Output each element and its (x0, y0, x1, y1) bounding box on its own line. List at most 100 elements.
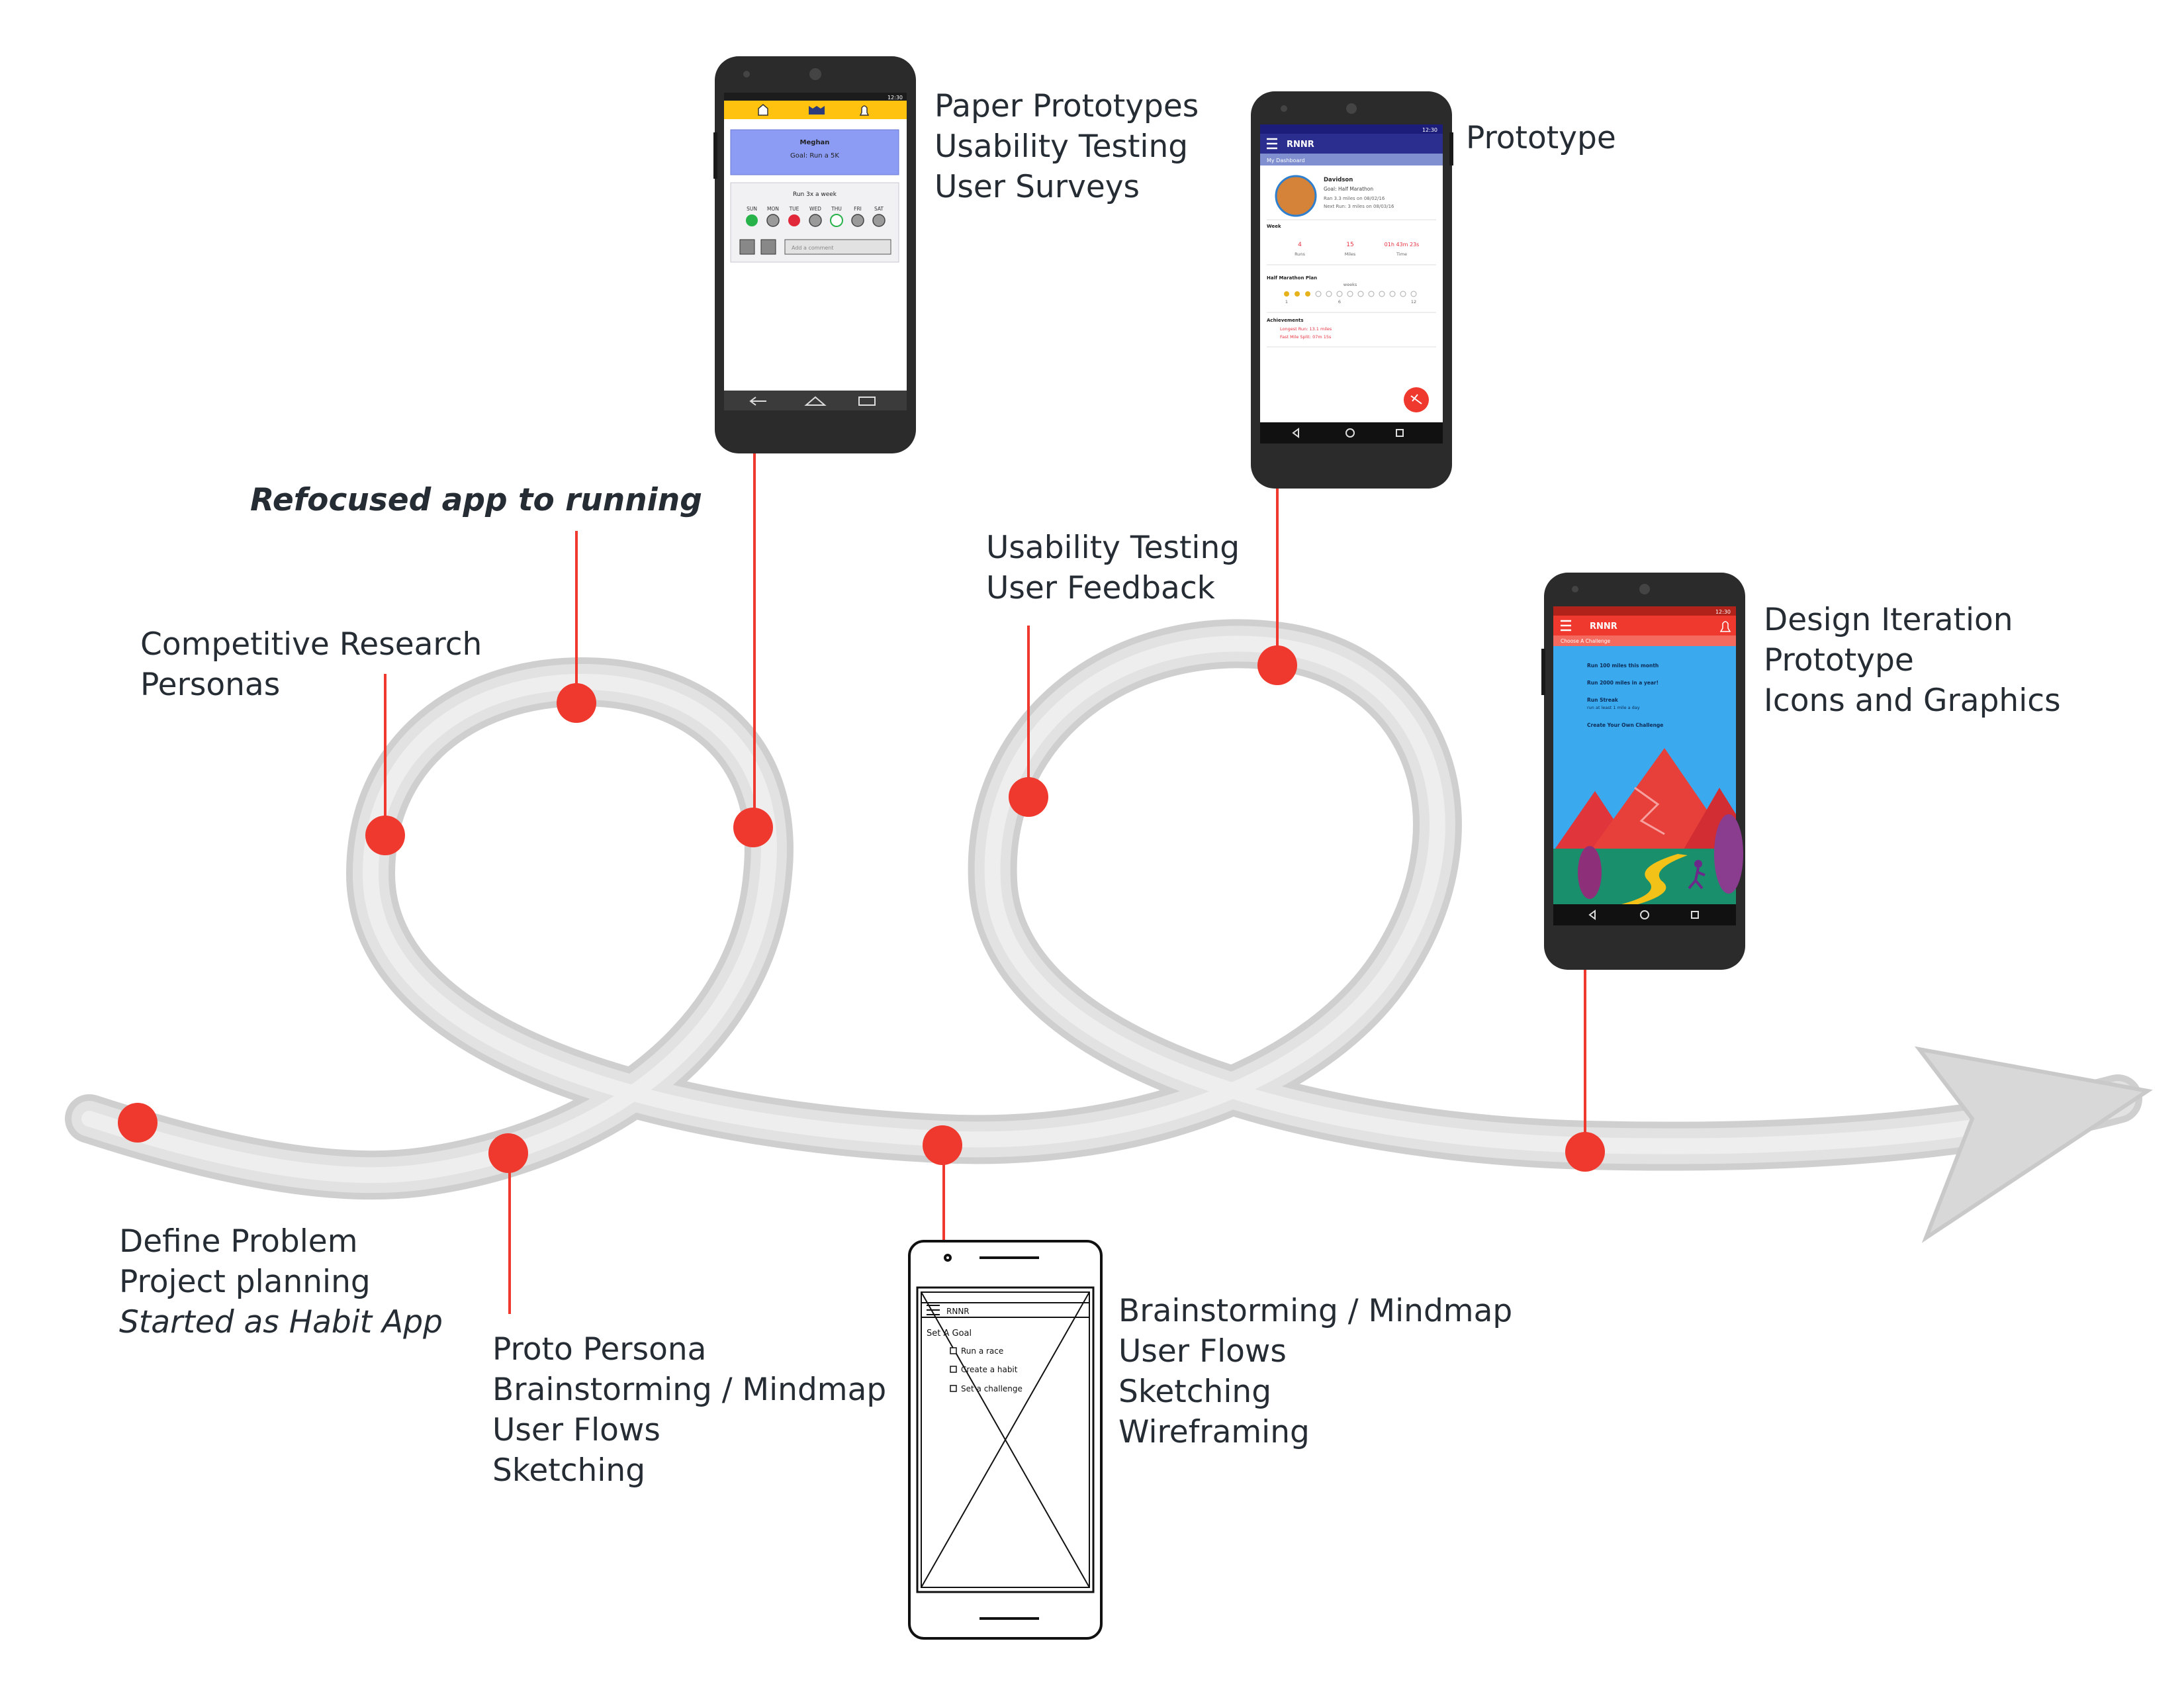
check-empty-icon[interactable] (809, 214, 822, 227)
label-line: Competitive Research (140, 626, 482, 663)
label-design: Design Iteration Prototype Icons and Gra… (1764, 600, 2061, 721)
proto-status-time: 12:30 (1422, 127, 1437, 133)
check-empty-icon[interactable] (851, 214, 864, 227)
label-line: Brainstorming / Mindmap (492, 1372, 887, 1408)
proto-goal: Goal: Half Marathon (1324, 186, 1373, 192)
label-line: Brainstorming / Mindmap (1118, 1293, 1513, 1329)
dot-define (118, 1103, 158, 1143)
paper-comment-placeholder: Add a comment (792, 245, 833, 251)
proto-plan-label: Half Marathon Plan (1267, 275, 1317, 281)
label-line: User Flows (492, 1412, 660, 1448)
wire-option: Run a race (961, 1346, 1003, 1356)
wire-option: Create a habit (961, 1365, 1018, 1374)
process-path (65, 619, 2142, 1200)
label-usability: Usability Testing User Feedback (986, 528, 1240, 608)
day-label: SUN (747, 206, 757, 212)
design-subtitle: Choose A Challenge (1561, 638, 1610, 644)
proto-plan-tick: 12 (1411, 299, 1416, 305)
label-proto-persona: Proto Persona Brainstorming / Mindmap Us… (492, 1329, 886, 1491)
day-label: FRI (854, 206, 862, 212)
label-line: Usability Testing (986, 530, 1240, 566)
proto-stat-label: Time (1396, 252, 1407, 257)
design-status-time: 12:30 (1715, 609, 1731, 615)
checkbox-icon[interactable] (950, 1385, 957, 1392)
dot-refocused (557, 683, 596, 723)
dot-paper (733, 808, 773, 847)
phone-paper-prototype: 12:30 Meghan Goal: Run a 5K Run 3x a wee… (713, 56, 916, 453)
check-empty-icon[interactable] (872, 214, 886, 227)
dot-usability (1009, 777, 1048, 817)
chat-icon[interactable] (760, 239, 776, 255)
proto-plan-tick: 6 (1338, 299, 1341, 305)
label-line: Project planning (119, 1264, 371, 1300)
design-app-bar (1553, 616, 1736, 635)
label-line: Started as Habit App (119, 1304, 443, 1340)
label-line: Personas (140, 667, 281, 703)
label-line: Design Iteration (1764, 602, 2013, 638)
label-line: User Feedback (986, 570, 1215, 606)
phone-prototype: 12:30 RNNR My Dashboard Davidson Goal: H… (1251, 91, 1453, 489)
checkbox-icon[interactable] (950, 1347, 957, 1354)
proto-nav-bar (1260, 422, 1443, 444)
label-line: Usability Testing (934, 128, 1189, 165)
label-line: Sketching (492, 1452, 646, 1489)
design-item-title: Run 100 miles this month (1587, 663, 1659, 669)
proto-line1: Ran 3.3 miles on 08/02/16 (1324, 196, 1385, 201)
dot-design (1565, 1132, 1605, 1172)
label-line: Prototype (1764, 642, 1914, 679)
label-line: Define Problem (119, 1223, 358, 1260)
proto-app-name: RNNR (1287, 140, 1314, 150)
check-empty-icon[interactable] (766, 214, 780, 227)
wire-app-name: RNNR (946, 1307, 970, 1316)
avatar (1275, 175, 1317, 217)
design-item-title: Run 2000 miles in a year! (1587, 680, 1659, 686)
phone-wireframe (908, 1240, 1103, 1640)
paper-user-name: Meghan (800, 139, 830, 146)
design-nav-bar (1553, 904, 1736, 925)
proto-stat-label: Runs (1295, 252, 1305, 257)
phone-design-iteration: 12:30 RNNR Choose A Challenge Run 100 mi… (1541, 573, 1745, 970)
label-line: Sketching (1118, 1374, 1272, 1410)
proto-stat-value: 4 (1298, 242, 1302, 248)
label-line: User Surveys (934, 169, 1140, 205)
label-line: Prototype (1466, 120, 1616, 156)
label-competitive: Competitive Research Personas (140, 624, 482, 705)
dot-competitive (365, 816, 405, 855)
checkbox-icon[interactable] (950, 1366, 957, 1373)
runner-figure (1694, 860, 1702, 868)
day-label: WED (809, 206, 821, 212)
proto-stat-label: Miles (1345, 252, 1356, 257)
design-item-title: Run Streak (1587, 697, 1619, 703)
proto-stat-value: 15 (1346, 242, 1353, 248)
design-item-title: Create Your Own Challenge (1587, 722, 1663, 728)
bell-icon[interactable] (859, 105, 870, 116)
proto-plan-sub: weeks (1343, 282, 1357, 287)
label-wireframe: Brainstorming / Mindmap User Flows Sketc… (1118, 1291, 1512, 1452)
label-prototype: Prototype (1466, 118, 1616, 158)
check-missed-icon[interactable] (788, 214, 800, 226)
label-refocused: Refocused app to running (250, 480, 702, 520)
star-icon[interactable] (739, 239, 755, 255)
check-today-icon[interactable] (830, 214, 843, 227)
label-line: Wireframing (1118, 1414, 1310, 1450)
day-label: MON (767, 206, 779, 212)
day-label: TUE (789, 206, 799, 212)
label-paper: Paper Prototypes Usability Testing User … (934, 86, 1199, 207)
dot-prototype (1257, 645, 1297, 685)
label-line: Proto Persona (492, 1331, 707, 1368)
proto-subtitle: My Dashboard (1267, 158, 1305, 164)
day-label: SAT (874, 206, 884, 212)
label-line: Paper Prototypes (934, 88, 1199, 124)
check-done-icon[interactable] (746, 214, 758, 226)
dot-proto-persona (488, 1133, 528, 1173)
label-line: User Flows (1118, 1333, 1287, 1370)
paper-status-time: 12:30 (887, 95, 903, 101)
day-label: THU (831, 206, 842, 212)
process-diagram: 12:30 Meghan Goal: Run a 5K Run 3x a wee… (65, 56, 2153, 1640)
proto-plan-tick: 1 (1285, 299, 1288, 305)
dot-wireframe (923, 1125, 962, 1165)
wire-heading: Set A Goal (927, 1329, 972, 1338)
paper-goal: Goal: Run a 5K (790, 152, 839, 160)
label-line: Refocused app to running (250, 482, 702, 518)
paper-habit: Run 3x a week (793, 191, 837, 198)
